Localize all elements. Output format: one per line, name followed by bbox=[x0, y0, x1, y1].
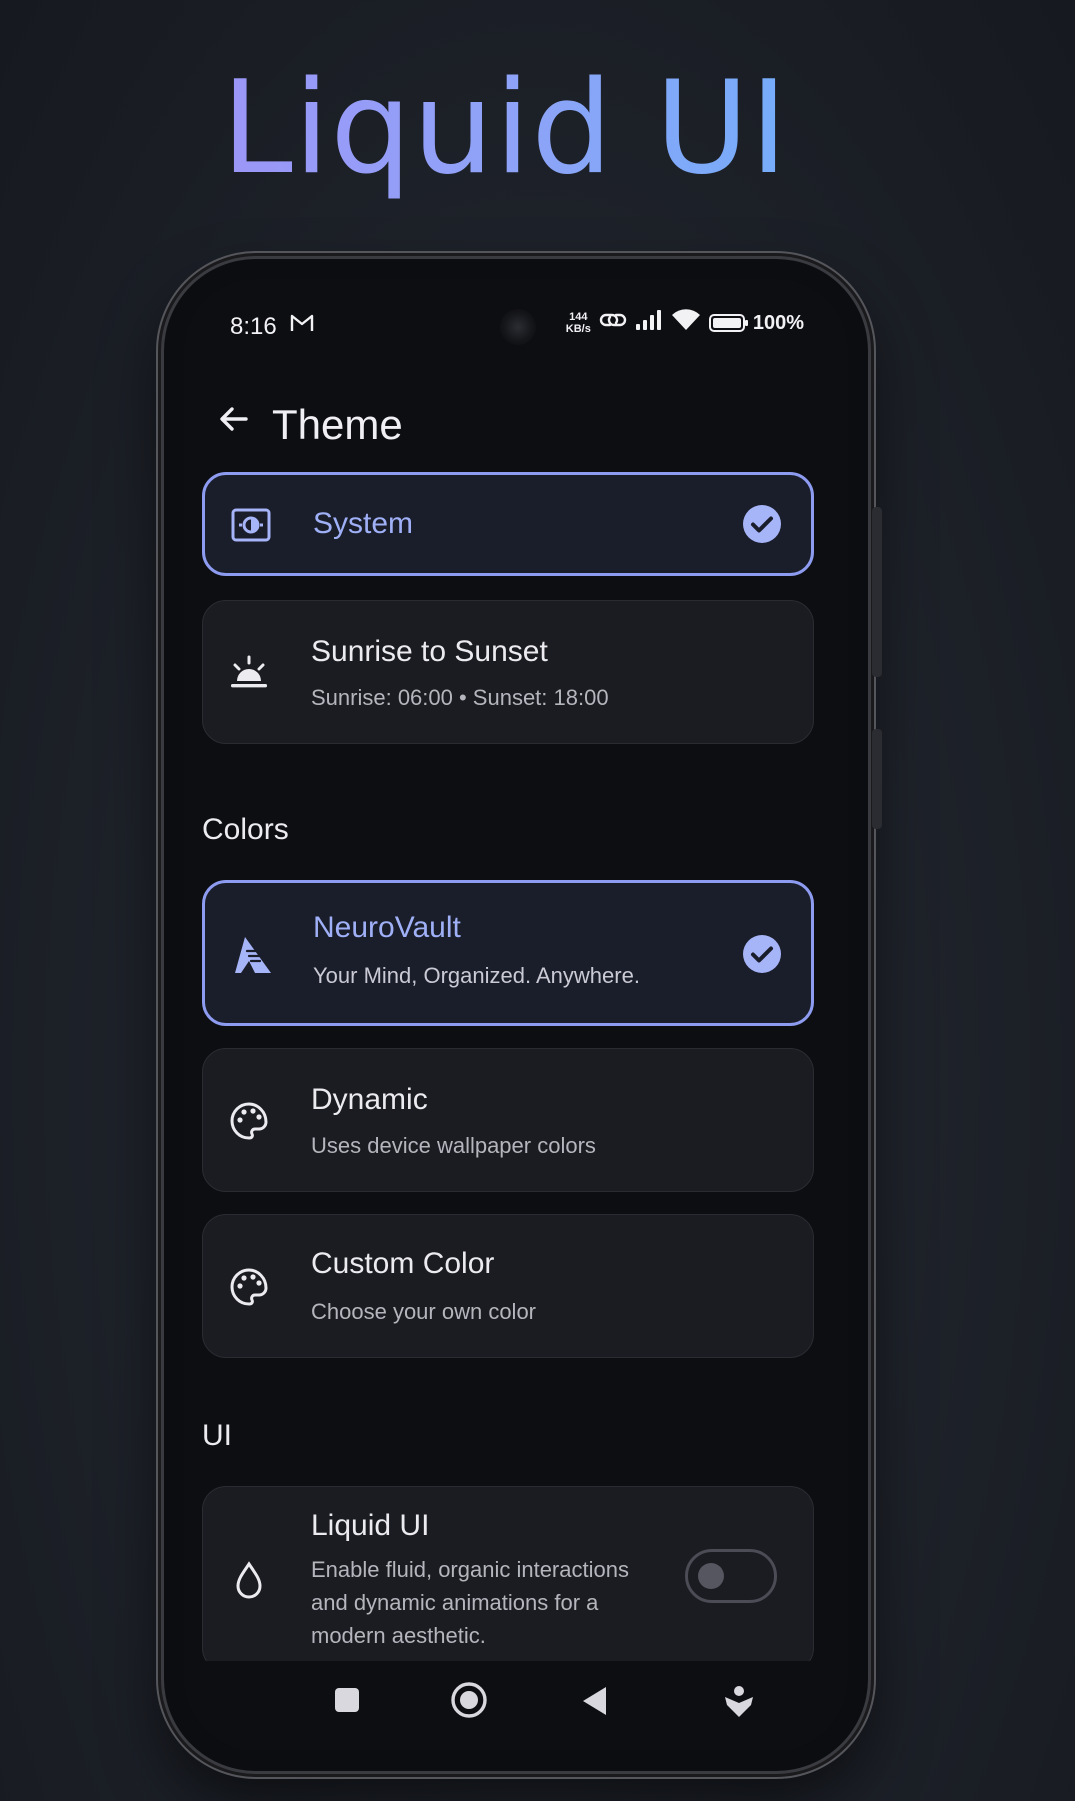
check-circle-icon bbox=[743, 505, 781, 543]
option-title: Liquid UI bbox=[311, 1509, 430, 1542]
home-circle-icon[interactable] bbox=[450, 1681, 488, 1724]
option-subtitle-line: modern aesthetic. bbox=[311, 1623, 486, 1648]
toggle-knob bbox=[698, 1563, 724, 1589]
option-title: System bbox=[313, 507, 414, 540]
water-drop-icon bbox=[229, 1561, 269, 1601]
accessibility-icon[interactable] bbox=[722, 1685, 756, 1724]
phone-screen: 8:16 144 KB/s 100% Theme System Sunrise … bbox=[184, 279, 848, 1751]
gmail-icon bbox=[290, 313, 314, 339]
option-title: Dynamic bbox=[311, 1083, 428, 1116]
power-button bbox=[872, 507, 882, 677]
liquid-ui-setting[interactable]: Liquid UI Enable fluid, organic interact… bbox=[202, 1486, 814, 1672]
brightness-auto-icon bbox=[231, 505, 271, 545]
option-title: NeuroVault bbox=[313, 911, 461, 944]
liquid-ui-toggle[interactable] bbox=[685, 1549, 777, 1603]
network-speed-value: 144 bbox=[569, 311, 588, 323]
option-subtitle: Uses device wallpaper colors bbox=[311, 1133, 596, 1158]
system-navigation-bar bbox=[184, 1661, 848, 1751]
status-bar: 8:16 144 KB/s 100% bbox=[184, 279, 848, 359]
theme-option-sunrise-sunset[interactable]: Sunrise to Sunset Sunrise: 06:00 • Sunse… bbox=[202, 600, 814, 744]
phone-frame: 8:16 144 KB/s 100% Theme System Sunrise … bbox=[164, 259, 882, 1771]
color-option-dynamic[interactable]: Dynamic Uses device wallpaper colors bbox=[202, 1048, 814, 1192]
wifi-icon bbox=[671, 309, 701, 337]
palette-icon bbox=[229, 1101, 269, 1141]
option-title: Custom Color bbox=[311, 1247, 495, 1280]
option-subtitle: Choose your own color bbox=[311, 1299, 537, 1324]
option-subtitle-line: Enable fluid, organic interactions bbox=[311, 1557, 629, 1582]
hotspot-link-icon bbox=[599, 310, 627, 336]
app-bar: Theme bbox=[184, 379, 848, 459]
back-arrow-icon[interactable] bbox=[214, 399, 254, 439]
option-subtitle: Sunrise: 06:00 • Sunset: 18:00 bbox=[311, 685, 609, 710]
hero-title: Liquid UI bbox=[0, 52, 1010, 206]
theme-option-system[interactable]: System bbox=[202, 472, 814, 576]
option-subtitle: Your Mind, Organized. Anywhere. bbox=[313, 963, 640, 988]
color-option-custom[interactable]: Custom Color Choose your own color bbox=[202, 1214, 814, 1358]
option-title: Sunrise to Sunset bbox=[311, 635, 548, 668]
battery-percentage: 100% bbox=[752, 311, 804, 334]
status-indicators: 144 KB/s 100% bbox=[566, 309, 804, 337]
recents-square-icon[interactable] bbox=[332, 1685, 362, 1720]
battery-icon bbox=[708, 314, 748, 332]
color-option-neurovault[interactable]: NeuroVault Your Mind, Organized. Anywher… bbox=[202, 880, 814, 1026]
front-camera bbox=[500, 309, 536, 345]
page-title: Theme bbox=[272, 401, 403, 448]
section-heading-colors: Colors bbox=[202, 813, 289, 846]
back-triangle-icon[interactable] bbox=[580, 1685, 610, 1722]
signal-icon bbox=[635, 309, 663, 337]
neurovault-logo-icon bbox=[231, 933, 271, 973]
network-speed: 144 KB/s bbox=[566, 311, 591, 335]
network-speed-unit: KB/s bbox=[565, 323, 591, 335]
volume-button bbox=[872, 729, 882, 829]
palette-icon bbox=[229, 1267, 269, 1307]
section-heading-ui: UI bbox=[202, 1419, 232, 1452]
status-time: 8:16 bbox=[230, 313, 277, 340]
check-circle-icon bbox=[743, 935, 781, 973]
option-subtitle-line: and dynamic animations for a bbox=[311, 1590, 599, 1615]
sunrise-icon bbox=[229, 653, 269, 693]
